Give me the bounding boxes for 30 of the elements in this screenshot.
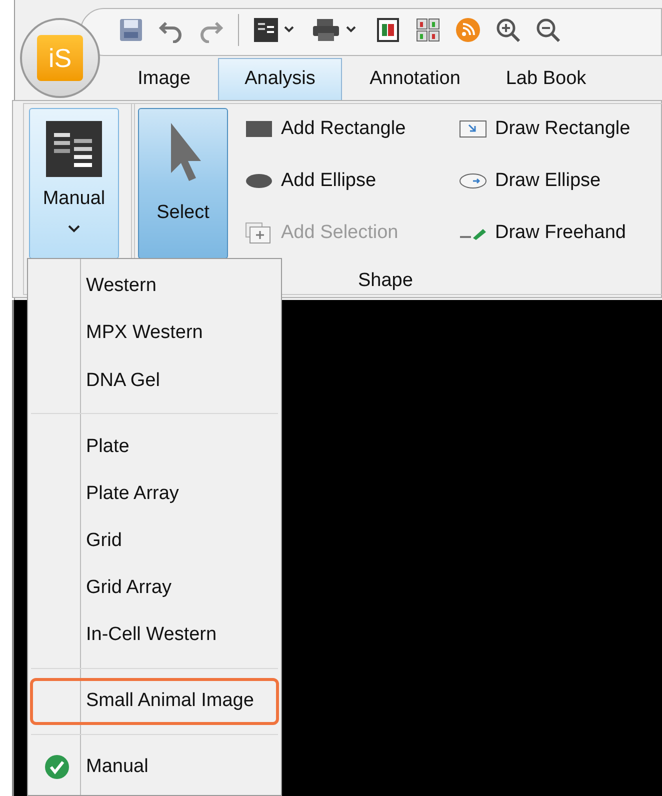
ribbon-tab[interactable]: Lab Book	[488, 58, 604, 100]
ribbon-tab[interactable]: Image	[110, 58, 218, 100]
tool-button[interactable]: Add Rectangle	[245, 115, 459, 143]
tool-button[interactable]: Draw Ellipse	[459, 167, 659, 195]
grid-icon[interactable]	[415, 17, 441, 43]
menu-item[interactable]: Western	[30, 263, 279, 310]
menu-item[interactable]: MPX Western	[30, 310, 279, 358]
menu-item[interactable]: In-Cell Western	[30, 612, 279, 659]
menu-item[interactable]: Plate Array	[30, 470, 279, 518]
report-icon[interactable]	[375, 17, 401, 43]
menu-item[interactable]: Manual	[30, 744, 279, 792]
tool-button[interactable]: Draw Freehand	[459, 219, 659, 247]
select-button[interactable]: Select	[138, 108, 228, 259]
chevron-down-icon[interactable]	[67, 224, 81, 234]
app-logo: iS	[37, 35, 83, 81]
zoom-out-icon[interactable]	[535, 17, 561, 43]
layout-button[interactable]: Manual	[29, 108, 119, 259]
group-label: Shape	[358, 269, 413, 293]
menu-item[interactable]: Plate	[30, 423, 279, 470]
lane-layout-icon[interactable]	[46, 121, 102, 177]
tool-button[interactable]: Add Ellipse	[245, 167, 459, 195]
menu-item[interactable]: Small Animal Image	[30, 678, 279, 725]
tool-button[interactable]: Draw Rectangle	[459, 115, 659, 143]
ribbon-tab[interactable]: Analysis	[218, 58, 342, 100]
menu-item[interactable]: Grid	[30, 518, 279, 565]
save-icon[interactable]	[118, 17, 144, 43]
menu-item[interactable]: DNA Gel	[30, 357, 279, 404]
ribbon-tab[interactable]: Annotation	[342, 58, 488, 100]
menu-item[interactable]: Grid Array	[30, 564, 279, 612]
zoom-in-icon[interactable]	[495, 17, 521, 43]
